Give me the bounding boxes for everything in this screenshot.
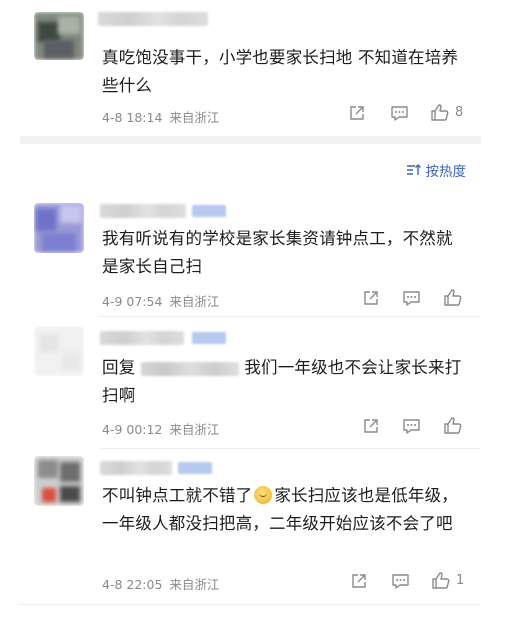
comment-card: 回复 我们一年级也不会让家长来打扫啊 4-9 00:12 来自浙江 [0,322,506,448]
avatar[interactable] [34,12,84,60]
like-count: 1 [456,573,465,588]
comment-card: 我有听说有的学校是家长集资请钟点工，不然就是家长自己扫 4-9 07:54 来自… [0,195,506,315]
comment-text: 我有听说有的学校是家长集资请钟点工，不然就是家长自己扫 [102,229,453,276]
comment-date: 4-9 00:12 [102,422,163,437]
like-button[interactable]: 1 [431,571,464,590]
comment-source: 来自浙江 [169,577,220,592]
comment-text: 回复 我们一年级也不会让家长来打扫啊 [102,354,462,410]
divider [100,316,481,317]
sort-icon [406,164,421,175]
username[interactable] [98,12,208,26]
thumbs-up-icon [444,289,462,306]
avatar[interactable] [34,326,84,376]
mentioned-user[interactable] [140,361,239,376]
reply-button[interactable] [390,104,409,122]
like-count: 8 [455,105,464,120]
divider [20,604,481,605]
username[interactable] [100,331,184,345]
sort-toggle[interactable]: 按热度 [406,160,467,180]
share-button[interactable] [350,572,368,590]
share-icon [364,419,378,433]
comment-source: 来自浙江 [169,110,220,125]
thumbs-up-icon [444,417,462,434]
share-button[interactable] [362,289,380,307]
like-button[interactable] [443,288,463,307]
reply-button[interactable] [402,417,421,435]
reply-button[interactable] [391,572,410,590]
comment-source: 来自浙江 [169,422,220,437]
username[interactable] [100,204,186,218]
comment-card: 不叫钟点工就不错了 家长扫应该也是低年级，一年级人都没扫把高，二年级开始应该不会了… [0,454,506,604]
reply-button[interactable] [402,289,421,307]
comment-icon [391,106,408,121]
avatar[interactable] [34,456,84,506]
share-button[interactable] [348,104,366,122]
like-button[interactable] [443,416,463,435]
comment-meta: 4-9 07:54 来自浙江 [102,291,222,310]
avatar[interactable] [34,203,84,253]
section-divider [20,136,481,144]
comment-text: 真吃饱没事干，小学也要家长扫地 不知道在培养些什么 [102,48,459,95]
comment-meta: 4-8 22:05 来自浙江 [102,574,222,593]
comment-date: 4-9 07:54 [102,294,163,309]
like-button[interactable]: 8 [430,103,463,122]
divider [100,448,481,449]
comment-meta: 4-9 00:12 来自浙江 [102,419,222,438]
thinking-face-emoji [254,486,273,504]
reply-prefix: 回复 [102,358,136,377]
share-icon [350,106,364,120]
comment-card: 真吃饱没事干，小学也要家长扫地 不知道在培养些什么 4-8 18:14 来自浙江… [0,0,506,136]
thumbs-up-icon [431,104,449,121]
comment-meta: 4-8 18:14 来自浙江 [102,107,222,126]
comment-icon [392,574,409,589]
share-icon [352,574,366,588]
sort-label: 按热度 [425,164,467,180]
comment-date: 4-8 22:05 [102,577,163,592]
comment-source: 来自浙江 [169,294,220,309]
comment-date: 4-8 18:14 [102,110,163,125]
user-badge [192,332,226,344]
username[interactable] [100,461,172,475]
comment-text: 不叫钟点工就不错了 家长扫应该也是低年级，一年级人都没扫把高，二年级开始应该不会了… [102,482,462,538]
comment-icon [403,291,420,306]
share-icon [364,291,378,305]
user-badge [192,205,226,217]
user-badge [178,462,212,474]
comment-icon [403,419,420,434]
share-button[interactable] [362,417,380,435]
thumbs-up-icon [432,572,450,589]
comment-text-part: 不叫钟点工就不错了 [102,486,253,505]
